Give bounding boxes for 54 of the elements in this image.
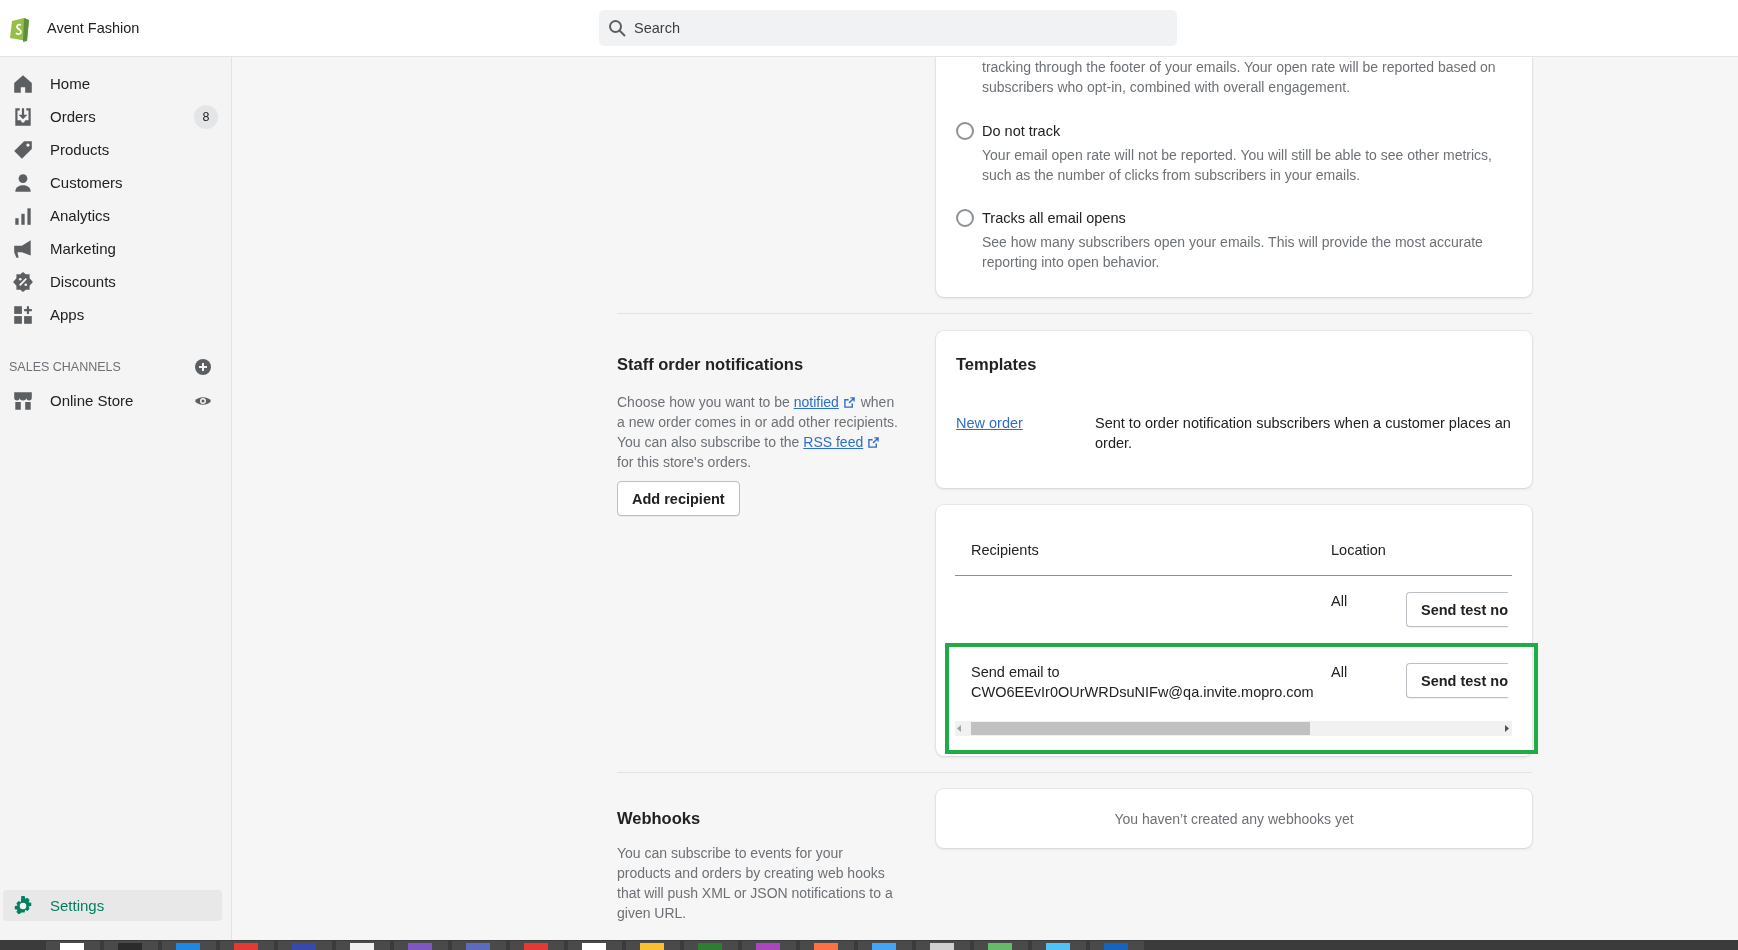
nav-item[interactable]: Online Store: [3, 384, 222, 417]
section-heading: SALES CHANNELS: [9, 360, 121, 374]
location-text: All: [1331, 593, 1348, 609]
nav-item[interactable]: Discounts: [3, 265, 222, 298]
column-header: Location: [1331, 541, 1387, 560]
inbox-arrow-icon: [12, 105, 34, 128]
search-icon: [608, 19, 626, 37]
settings-icon: [12, 894, 34, 917]
nav-item[interactable]: Orders 8: [3, 100, 222, 133]
apps-grid-icon: [12, 303, 34, 326]
location-text: All: [1331, 664, 1348, 680]
radio-button[interactable]: [956, 122, 974, 140]
tag-icon: [12, 138, 34, 161]
nav-item[interactable]: Customers: [3, 166, 222, 199]
search-field[interactable]: Search: [599, 10, 1177, 46]
person-icon: [12, 171, 34, 194]
nav-item[interactable]: Apps: [3, 298, 222, 331]
description-text: Choose how you want to be notified when a new order comes in or add other recipients. You can also subscribe to the RSS feed for this store's orders.: [617, 393, 899, 472]
template-link[interactable]: New order: [956, 415, 1023, 431]
empty-state-text: You haven’t created any webhooks yet: [1114, 810, 1354, 827]
section-title: Webhooks: [617, 808, 702, 829]
discount-badge-icon: [12, 270, 34, 293]
nav-item[interactable]: Marketing: [3, 232, 222, 265]
option-label: Do not track: [982, 122, 1061, 141]
recipient-email: CWO6EEvIr0OUrWRDsuNIFw@qa.invite.mopro.com: [971, 683, 1315, 702]
recipient-label: Send email to: [971, 663, 1061, 682]
horizontal-scrollbar[interactable]: [955, 721, 1512, 736]
nav-item[interactable]: Analytics: [3, 199, 222, 232]
external-link[interactable]: notified: [793, 394, 857, 410]
external-link-icon: [843, 397, 855, 408]
external-link-icon: [868, 437, 880, 448]
nav-item[interactable]: Settings: [3, 890, 222, 921]
description-text: tracking through the footer of your emails. Your open rate will be reported based on subscribers who opt-in, combined with overall engagement.: [981, 58, 1497, 97]
nav-item[interactable]: Home: [3, 67, 222, 100]
megaphone-icon: [12, 237, 34, 260]
option-description: See how many subscribers open your emails. This will provide the most accurate reporting into open behavior.: [981, 233, 1484, 272]
external-link[interactable]: RSS feed: [803, 434, 882, 450]
description-text: You can subscribe to events for your products and orders by creating web hooks that will push XML or JSON notifications to a given URL.: [617, 844, 894, 923]
send-test-button[interactable]: Send test no: [1406, 592, 1508, 627]
store-name: Avent Fashion: [47, 20, 140, 36]
template-description: Sent to order notification subscribers when a customer places an order.: [1095, 414, 1512, 453]
card-title: Templates: [956, 354, 1038, 375]
option-label: Tracks all email opens: [982, 209, 1126, 228]
section-title: Staff order notifications: [617, 354, 805, 375]
nav-item[interactable]: Products: [3, 133, 222, 166]
column-header: Recipients: [970, 541, 1040, 560]
count-badge: 8: [194, 104, 218, 129]
option-description: Your email open rate will not be reported. You will still be able to see other metrics, such as the number of clicks from subscribers in your emails.: [981, 146, 1493, 185]
add-recipient-button[interactable]: Add recipient: [617, 481, 740, 516]
send-test-button[interactable]: Send test no: [1406, 663, 1508, 698]
storefront-icon: [12, 389, 34, 412]
scrollbar-thumb[interactable]: [971, 722, 1310, 735]
add-circle-icon[interactable]: [194, 358, 212, 376]
radio-button[interactable]: [956, 209, 974, 227]
